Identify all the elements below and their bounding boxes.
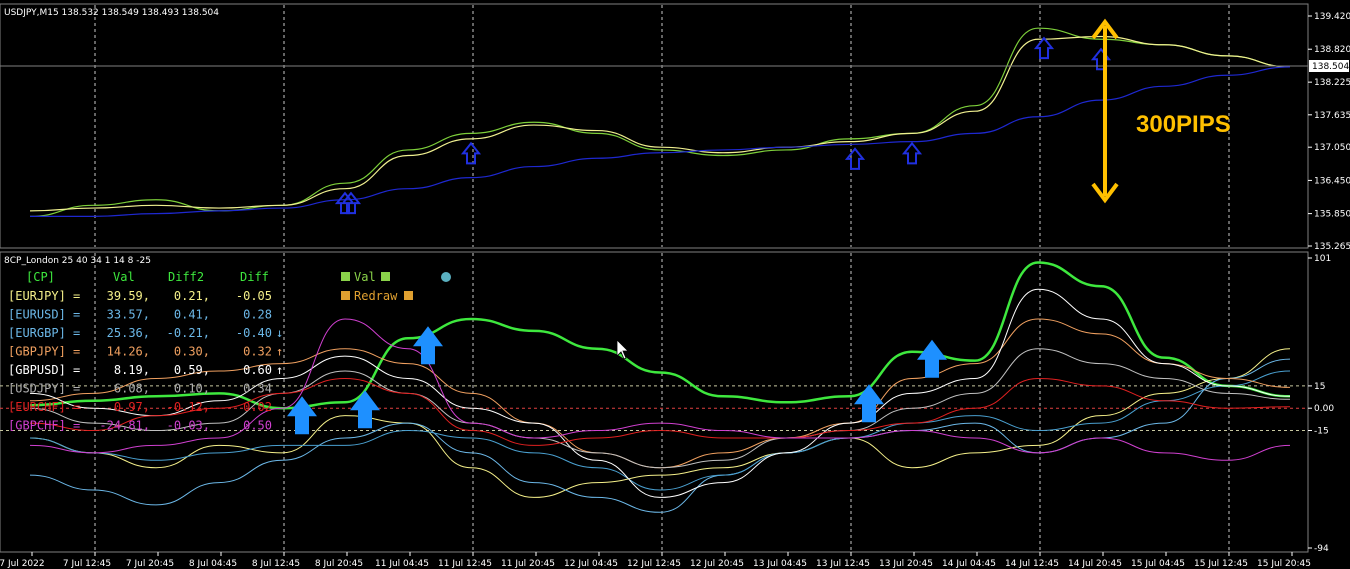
- row-diff: -0.05: [236, 289, 272, 303]
- x-tick-label: 8 Jul 12:45: [252, 559, 300, 569]
- indicator-y-tick-label: 0.00: [1314, 404, 1334, 414]
- x-tick-label: 13 Jul 12:45: [816, 559, 870, 569]
- x-tick-label: 7 Jul 12:45: [63, 559, 111, 569]
- row-diff: 0.28: [243, 308, 272, 322]
- row-diff: 0.34: [243, 382, 272, 396]
- table-header-diff: Diff: [240, 270, 269, 284]
- row-name: [GBPCHF] =: [8, 419, 80, 433]
- indicator-y-axis: 101 15 0.00 -15 -94: [1308, 254, 1334, 554]
- row-val: 14.26,: [107, 345, 150, 359]
- row-val: 39.59,: [107, 289, 150, 303]
- row-name: [EURJPY] =: [8, 289, 80, 303]
- row-val: 6.08,: [114, 382, 150, 396]
- legend-dot: [441, 272, 451, 282]
- row-name: [GBPJPY] =: [8, 345, 80, 359]
- price-y-tick-label: 138.225: [1314, 78, 1350, 88]
- price-y-tick-label: 136.450: [1314, 176, 1350, 186]
- range-annotation: 300PIPS: [1136, 111, 1231, 138]
- indicator-y-tick-label: -15: [1314, 427, 1329, 437]
- row-arrow: ↑: [276, 363, 283, 377]
- x-tick-label: 15 Jul 12:45: [1194, 559, 1248, 569]
- row-diff2: -0.03,: [167, 419, 210, 433]
- legend-redraw-swatch-end: [404, 291, 413, 300]
- indicator-panel-header: 8CP_London 25 40 34 1 14 8 -25: [4, 256, 151, 266]
- legend-val-label: Val: [354, 270, 376, 284]
- table-header-diff2: Diff2: [168, 270, 204, 284]
- x-tick-label: 11 Jul 04:45: [375, 559, 429, 569]
- table-row: [EURGBP] = 25.36, -0.21, -0.40 ↓: [8, 326, 283, 340]
- x-tick-label: 11 Jul 20:45: [501, 559, 555, 569]
- legend-redraw-swatch: [341, 291, 350, 300]
- row-diff2: -0.21,: [167, 326, 210, 340]
- row-diff2: 0.59,: [174, 363, 210, 377]
- row-diff2: 0.21,: [174, 289, 210, 303]
- indicator-y-tick-label: -94: [1314, 544, 1329, 554]
- indicator-y-tick-label: 101: [1314, 254, 1331, 264]
- table-header-val: Val: [113, 270, 135, 284]
- x-tick-label: 12 Jul 12:45: [627, 559, 681, 569]
- x-tick-label: 15 Jul 04:45: [1131, 559, 1185, 569]
- row-val: 33.57,: [107, 308, 150, 322]
- row-name: [EURCHF] =: [8, 400, 80, 414]
- x-tick-label: 11 Jul 12:45: [438, 559, 492, 569]
- x-tick-label: 14 Jul 04:45: [942, 559, 996, 569]
- row-diff2: -0.12,: [167, 400, 210, 414]
- current-price-label: 138.504: [1312, 62, 1349, 72]
- price-y-tick-label: 135.850: [1314, 210, 1350, 220]
- x-tick-label: 13 Jul 04:45: [753, 559, 807, 569]
- legend-redraw-label: Redraw: [354, 289, 398, 303]
- row-diff2: 0.10,: [174, 382, 210, 396]
- row-diff: 0.02: [243, 400, 272, 414]
- price-y-axis: 139.420 138.820 138.225 137.635 137.050 136.4…: [1308, 12, 1350, 252]
- row-name: [GBPUSD] =: [8, 363, 80, 377]
- x-tick-label: 7 Jul 2022: [0, 559, 45, 569]
- row-diff2: 0.30,: [174, 345, 210, 359]
- x-tick-label: 8 Jul 20:45: [315, 559, 363, 569]
- chart-canvas: USDJPY,M15 138.532 138.549 138.493 138.5…: [0, 3, 1350, 569]
- x-tick-label: 7 Jul 20:45: [126, 559, 174, 569]
- row-arrow: ↑: [276, 345, 283, 359]
- row-name: [EURUSD] =: [8, 308, 80, 322]
- row-val: -24.81,: [99, 419, 150, 433]
- price-y-tick-label: 138.820: [1314, 45, 1350, 55]
- row-diff2: 0.41,: [174, 308, 210, 322]
- x-tick-label: 12 Jul 04:45: [564, 559, 618, 569]
- x-tick-label: 15 Jul 20:45: [1257, 559, 1311, 569]
- legend-val-swatch: [341, 272, 350, 281]
- row-arrow: ↓: [276, 326, 283, 340]
- legend-val-swatch-end: [381, 272, 390, 281]
- x-tick-label: 8 Jul 04:45: [189, 559, 237, 569]
- indicator-y-tick-label: 15: [1314, 382, 1325, 392]
- x-tick-label: 13 Jul 20:45: [879, 559, 933, 569]
- row-diff: 0.50: [243, 419, 272, 433]
- price-y-tick-label: 137.635: [1314, 111, 1350, 121]
- row-name: [EURGBP] =: [8, 326, 80, 340]
- x-tick-label: 14 Jul 20:45: [1068, 559, 1122, 569]
- row-val: 25.36,: [107, 326, 150, 340]
- row-name: [USDJPY] =: [8, 382, 80, 396]
- row-diff: 0.32: [243, 345, 272, 359]
- x-axis: 7 Jul 2022 7 Jul 12:45 7 Jul 20:45 8 Jul 04…: [0, 552, 1311, 569]
- x-tick-label: 14 Jul 12:45: [1005, 559, 1059, 569]
- price-panel-header: USDJPY,M15 138.532 138.549 138.493 138.5…: [4, 8, 219, 18]
- row-diff: -0.40: [236, 326, 272, 340]
- table-header-cp: [CP]: [26, 270, 55, 284]
- price-y-tick-label: 137.050: [1314, 143, 1350, 153]
- x-tick-label: 12 Jul 20:45: [690, 559, 744, 569]
- price-y-tick-label: 139.420: [1314, 12, 1350, 22]
- row-val: 0.97,: [114, 400, 150, 414]
- row-val: 8.19,: [114, 363, 150, 377]
- row-diff: 0.60: [243, 363, 272, 377]
- price-y-tick-label: 135.265: [1314, 242, 1350, 252]
